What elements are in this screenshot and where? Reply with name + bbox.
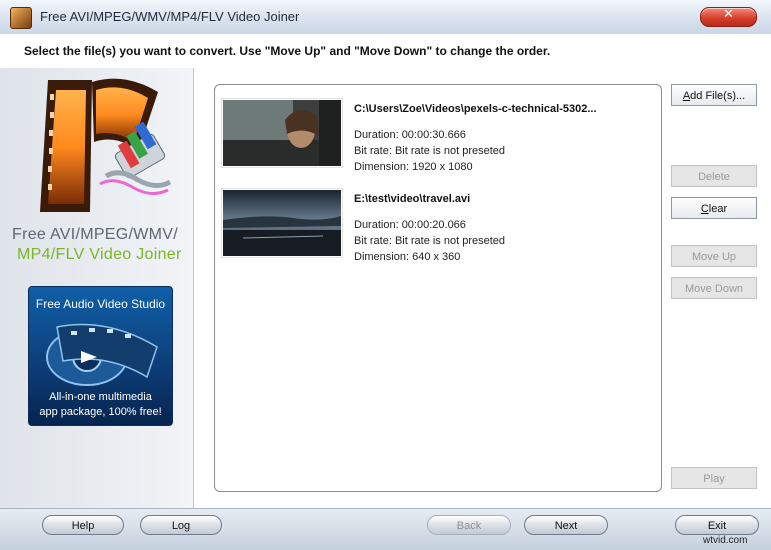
file-dimension: Dimension: 640 x 360 xyxy=(354,251,461,263)
add-files-button[interactable]: Add File(s)... xyxy=(671,84,757,106)
delete-button[interactable]: Delete xyxy=(671,165,757,187)
promo-banner[interactable]: Free Audio Video Studio All-in-one multi… xyxy=(28,286,173,426)
film-reel-logo-icon xyxy=(40,78,172,212)
file-bitrate: Bit rate: Bit rate is not preseted xyxy=(354,145,506,157)
clear-button[interactable]: Clear xyxy=(671,197,757,219)
file-dimension: Dimension: 1920 x 1080 xyxy=(354,161,473,173)
close-button[interactable]: ✕ xyxy=(700,7,757,27)
video-thumbnail xyxy=(221,98,343,168)
clear-label: lear xyxy=(708,203,728,215)
file-path: E:\test\video\travel.avi xyxy=(354,193,471,205)
close-icon: ✕ xyxy=(723,7,734,22)
watermark-text: wtvid.com xyxy=(703,535,748,546)
file-duration: Duration: 00:00:30.666 xyxy=(354,129,466,141)
move-down-label: Move Down xyxy=(684,283,744,295)
promo-line1: All-in-one multimedia xyxy=(49,391,152,403)
move-up-label: Move Up xyxy=(691,251,737,263)
log-button[interactable]: Log xyxy=(140,515,222,535)
window-title: Free AVI/MPEG/WMV/MP4/FLV Video Joiner xyxy=(40,9,300,24)
file-list-item[interactable]: C:\Users\Zoe\Videos\pexels-c-technical-5… xyxy=(221,93,651,173)
film-strip-icon xyxy=(46,323,158,386)
help-button[interactable]: Help xyxy=(42,515,124,535)
logo-text-line1: Free AVI/MPEG/WMV/ xyxy=(12,226,179,243)
play-label: Play xyxy=(703,473,725,485)
next-button[interactable]: Next xyxy=(524,515,608,535)
move-up-button[interactable]: Move Up xyxy=(671,245,757,267)
file-bitrate: Bit rate: Bit rate is not preseted xyxy=(354,235,506,247)
promo-title: Free Audio Video Studio xyxy=(35,297,166,311)
delete-label: Delete xyxy=(698,171,730,183)
logo-text-line2: MP4/FLV Video Joiner xyxy=(17,246,182,263)
promo-line2: app package, 100% free! xyxy=(39,406,162,418)
back-button[interactable]: Back xyxy=(427,515,511,535)
clear-mnemonic: C xyxy=(700,203,709,215)
move-down-button[interactable]: Move Down xyxy=(671,277,757,299)
file-list-item[interactable]: E:\test\video\travel.avi Duration: 00:00… xyxy=(221,183,651,263)
exit-button[interactable]: Exit xyxy=(675,515,759,535)
file-duration: Duration: 00:00:20.066 xyxy=(354,219,466,231)
file-list[interactable]: C:\Users\Zoe\Videos\pexels-c-technical-5… xyxy=(214,84,662,492)
video-thumbnail xyxy=(221,188,343,258)
app-icon xyxy=(10,7,32,29)
play-button[interactable]: Play xyxy=(671,467,757,489)
file-path: C:\Users\Zoe\Videos\pexels-c-technical-5… xyxy=(354,103,597,115)
instruction-text: Select the file(s) you want to convert. … xyxy=(24,44,551,58)
add-files-label: dd File(s)... xyxy=(690,90,746,102)
